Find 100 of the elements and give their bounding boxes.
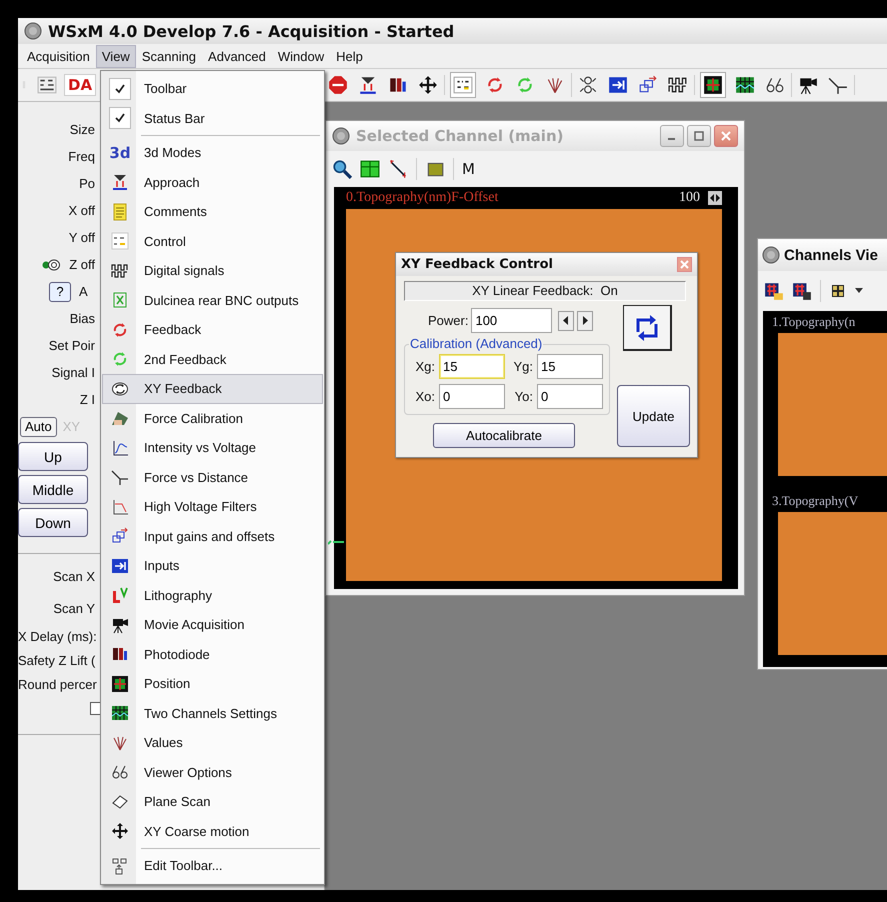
- move-arrows-icon[interactable]: [418, 75, 438, 95]
- approach-icon[interactable]: [358, 75, 378, 95]
- field-label: Safety Z Lift (: [18, 652, 96, 668]
- menu-item[interactable]: Inputs: [102, 551, 323, 580]
- status-field: XY Linear Feedback: On: [404, 281, 686, 301]
- app-icon: [762, 246, 780, 264]
- increase-button[interactable]: [577, 310, 594, 330]
- menu-item[interactable]: Comments: [102, 197, 323, 226]
- close-icon: [721, 131, 731, 141]
- menu-item[interactable]: Force Calibration: [102, 404, 323, 433]
- app-icon: [24, 22, 42, 40]
- search-icon[interactable]: [332, 159, 352, 179]
- marker-icon: [328, 539, 344, 545]
- help-button[interactable]: ?: [49, 282, 71, 302]
- move-arrows-icon: [111, 822, 129, 840]
- field-label: Y off: [68, 230, 95, 245]
- maximize-button[interactable]: [687, 125, 711, 147]
- menu-item[interactable]: Edit Toolbar...: [102, 851, 323, 880]
- number-field[interactable]: 15: [439, 354, 505, 379]
- field-label: Bias: [68, 311, 95, 326]
- field-label: Yo:: [514, 389, 533, 404]
- menu-item[interactable]: Force vs Distance: [102, 462, 323, 492]
- menu-item[interactable]: Digital signals: [102, 256, 323, 286]
- menu-item[interactable]: 2nd Feedback: [102, 344, 323, 374]
- table-icon[interactable]: [360, 159, 380, 179]
- menu-bar-item[interactable]: Acquisition: [21, 44, 96, 68]
- menu-item[interactable]: Plane Scan: [102, 787, 323, 816]
- toolbar-edit-icon: [111, 856, 129, 875]
- position-button[interactable]: Up: [18, 442, 88, 471]
- line-tool-icon[interactable]: [388, 159, 408, 179]
- menu-item[interactable]: Input gains and offsets: [102, 522, 323, 551]
- field-label: Scan X: [52, 568, 95, 584]
- menu-item[interactable]: Two Channels Settings: [102, 698, 323, 728]
- menu-item[interactable]: Viewer Options: [102, 758, 323, 787]
- stacked-boxes-icon[interactable]: [638, 75, 658, 95]
- loop-arrows-icon: [111, 320, 129, 339]
- menu-item[interactable]: Movie Acquisition: [102, 610, 323, 640]
- stop-icon[interactable]: [328, 75, 348, 95]
- update-button[interactable]: Update: [617, 385, 690, 447]
- close-button[interactable]: [714, 125, 738, 147]
- grid-chart-icon[interactable]: [735, 75, 756, 95]
- loop-arrows-icon: [111, 350, 129, 368]
- menu-item[interactable]: High Voltage Filters: [102, 492, 323, 522]
- field-label: A: [79, 284, 89, 299]
- approach-icon: [111, 173, 129, 192]
- minimize-button[interactable]: [660, 125, 684, 147]
- position-button[interactable]: Down: [18, 508, 88, 537]
- number-field[interactable]: 0: [537, 384, 603, 409]
- app-icon: [332, 127, 350, 145]
- number-field[interactable]: 15: [537, 354, 603, 379]
- glasses-icon[interactable]: [765, 75, 786, 95]
- menu-item[interactable]: Photodiode: [102, 640, 323, 669]
- field-label: Size: [68, 122, 95, 137]
- power-field[interactable]: 100: [471, 308, 552, 333]
- control-icon[interactable]: [36, 75, 58, 95]
- field-label: Xo:: [414, 389, 435, 404]
- scroll-arrows-icon[interactable]: [708, 191, 722, 205]
- field-label: Signal I: [50, 365, 95, 380]
- decrease-button[interactable]: [558, 310, 574, 330]
- measure-button[interactable]: M: [462, 160, 475, 178]
- menu-item[interactable]: Status Bar: [102, 104, 323, 133]
- field-label: Po: [78, 176, 95, 191]
- menu-item[interactable]: Lithography: [102, 580, 323, 610]
- position-icon[interactable]: [703, 75, 724, 95]
- menu-item[interactable]: 3d 3d Modes: [102, 138, 323, 168]
- feedback-toggle-button[interactable]: [623, 305, 672, 351]
- menu-item[interactable]: XY Coarse motion: [102, 816, 323, 846]
- menu-item[interactable]: Values: [102, 728, 323, 758]
- menu-item[interactable]: Feedback: [102, 315, 323, 344]
- position-icon: [111, 674, 129, 693]
- channel-open-icon[interactable]: [764, 281, 784, 301]
- menu-item[interactable]: Toolbar: [102, 74, 323, 104]
- number-field[interactable]: 0: [439, 384, 505, 409]
- menu-bar-item[interactable]: Help: [330, 44, 369, 68]
- position-button[interactable]: Middle: [18, 475, 88, 504]
- menu-bar-item[interactable]: Window: [272, 44, 330, 68]
- close-button[interactable]: [677, 257, 692, 272]
- menu-item[interactable]: XY Feedback: [102, 374, 323, 404]
- close-icon: [680, 260, 689, 269]
- menu-item[interactable]: Intensity vs Voltage: [102, 433, 323, 462]
- field-label: Yg:: [512, 359, 533, 374]
- field-label: Z off: [69, 257, 95, 272]
- menu-item[interactable]: Approach: [102, 168, 323, 197]
- toolbar-button[interactable]: DA: [64, 74, 96, 96]
- menu-item[interactable]: Position: [102, 669, 323, 698]
- grid-icon[interactable]: [829, 282, 847, 300]
- control-icon[interactable]: [453, 75, 474, 95]
- cantilever-icon: [111, 409, 129, 428]
- menu-item[interactable]: Control: [102, 226, 323, 256]
- autocalibrate-button[interactable]: Autocalibrate: [433, 423, 575, 448]
- grid-chart-icon: [111, 704, 129, 722]
- menu-bar-item[interactable]: View: [96, 44, 136, 68]
- channel-save-icon[interactable]: [792, 281, 812, 301]
- plane-icon: [111, 792, 129, 811]
- scale-value: 100: [679, 190, 700, 206]
- square-wave-icon[interactable]: [668, 75, 688, 95]
- dropdown-icon[interactable]: [855, 288, 863, 294]
- menu-bar-item[interactable]: Scanning: [136, 44, 202, 68]
- menu-item[interactable]: Dulcinea rear BNC outputs: [102, 286, 323, 315]
- menu-bar-item[interactable]: Advanced: [202, 44, 272, 68]
